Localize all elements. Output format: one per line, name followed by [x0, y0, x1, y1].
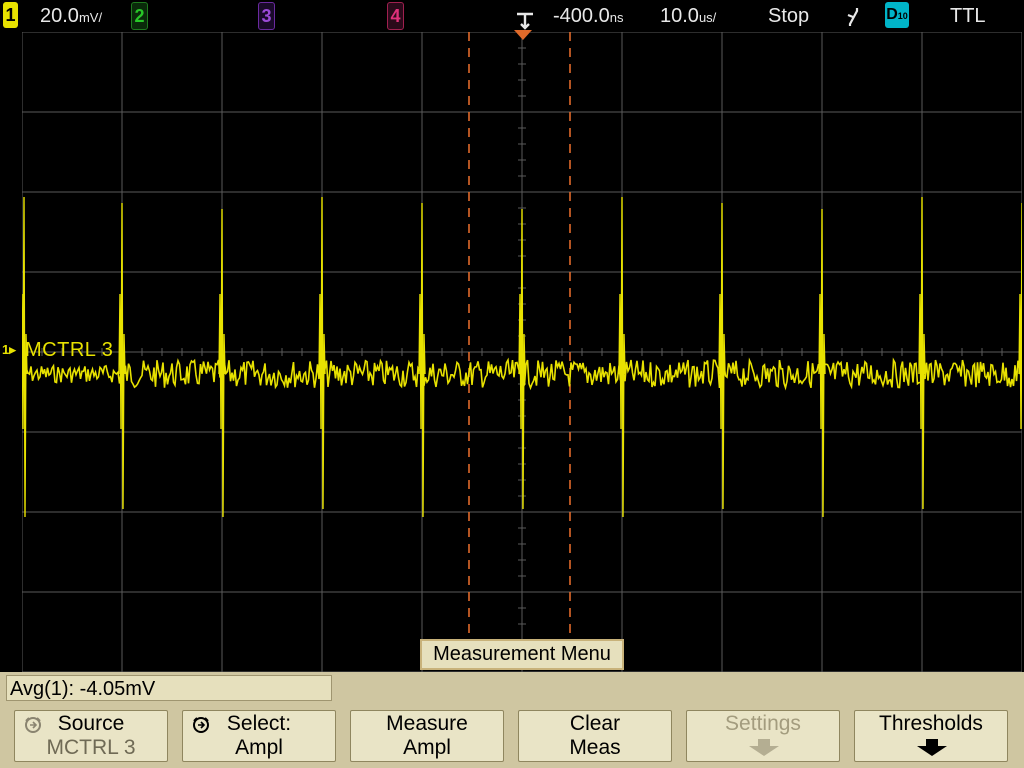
- thresholds-softkey[interactable]: Thresholds: [854, 710, 1008, 762]
- softkey-value: Ampl: [235, 736, 283, 759]
- waveform-display[interactable]: [22, 32, 1022, 672]
- softkey-value: MCTRL 3: [46, 736, 136, 759]
- timebase-value: 10.0: [660, 5, 699, 27]
- time-offset: -400.0ns: [553, 4, 623, 30]
- timebase: 10.0us/: [660, 4, 716, 30]
- time-offset-value: -400.0: [553, 5, 610, 27]
- channel-2-indicator[interactable]: 2: [131, 2, 148, 30]
- softkey-label: Thresholds: [879, 712, 983, 735]
- status-bar: 1 20.0mV/ 2 3 4 -400.0ns 10.0us/ Stop D1…: [0, 0, 1024, 32]
- ch1-scale-value: 20.0: [40, 5, 79, 27]
- digital-label: D: [886, 6, 898, 23]
- softkey-value: Ampl: [403, 736, 451, 759]
- softkey-label: Select:: [226, 712, 292, 735]
- clear-meas-softkey[interactable]: Clear Meas: [518, 710, 672, 762]
- run-state: Stop: [768, 5, 810, 27]
- trigger-position-icon: [517, 12, 533, 30]
- ch1-scale-unit: mV/: [78, 10, 103, 25]
- channel-1-indicator[interactable]: 1: [3, 2, 18, 28]
- trigger-point-marker: [514, 30, 532, 40]
- softkey-label: Clear: [569, 712, 621, 735]
- trigger-level: TTL: [950, 5, 986, 27]
- measurement-readout: Avg(1): -4.05mV: [6, 675, 332, 701]
- measure-softkey[interactable]: Measure Ampl: [350, 710, 504, 762]
- digital-channel-indicator[interactable]: D10: [885, 2, 909, 28]
- down-arrow-icon: [749, 739, 779, 756]
- channel-3-indicator[interactable]: 3: [258, 2, 275, 30]
- ch1-marker-number: 1: [2, 342, 10, 357]
- falling-edge-icon: [847, 8, 859, 26]
- down-arrow-icon: [917, 739, 947, 756]
- channel-1-ground-marker[interactable]: 1▸: [2, 342, 16, 358]
- menu-title: Measurement Menu: [420, 639, 624, 670]
- softkey-label: Measure: [386, 712, 468, 735]
- time-offset-unit: ns: [609, 10, 624, 25]
- select-softkey[interactable]: Select: Ampl: [182, 710, 336, 762]
- softkey-value: Meas: [569, 736, 621, 759]
- digital-sub: 10: [897, 11, 908, 21]
- source-softkey[interactable]: Source MCTRL 3: [14, 710, 168, 762]
- channel-4-indicator[interactable]: 4: [387, 2, 404, 30]
- softkey-label: Settings: [725, 712, 801, 735]
- settings-softkey[interactable]: Settings: [686, 710, 840, 762]
- waveform-label: MCTRL 3: [25, 339, 114, 361]
- channel-1-scale: 20.0mV/: [40, 4, 102, 30]
- timebase-unit: us/: [698, 10, 717, 25]
- softkey-label: Source: [57, 712, 125, 735]
- graticule: [22, 32, 1022, 672]
